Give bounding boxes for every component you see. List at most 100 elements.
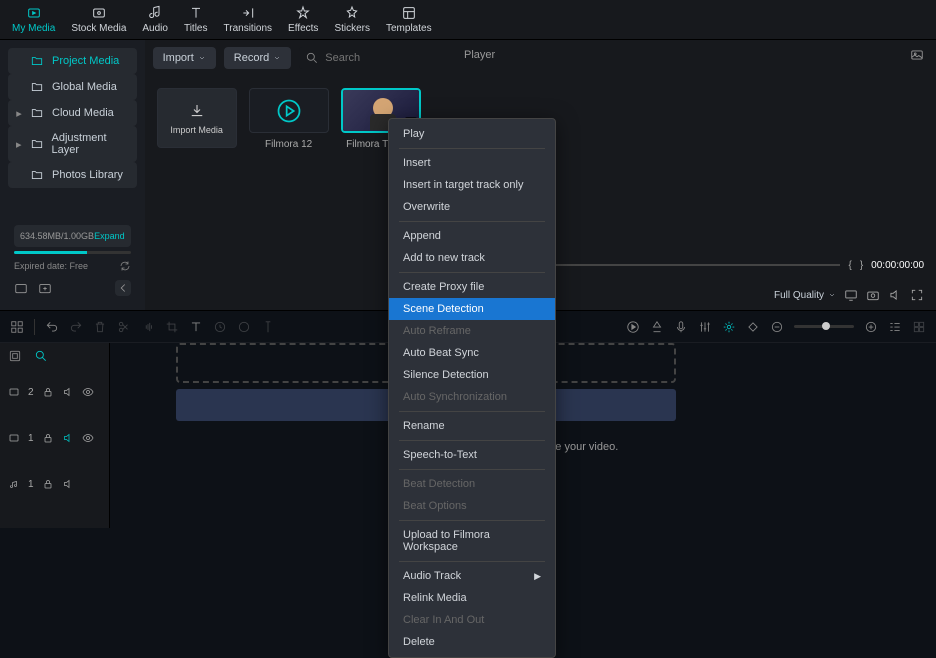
record-button[interactable]: Record: [224, 47, 291, 69]
play-icon[interactable]: [626, 320, 640, 334]
new-folder-icon[interactable]: [14, 281, 28, 295]
timeline-mode-2-icon[interactable]: [34, 349, 48, 363]
audio-icon[interactable]: [141, 320, 155, 334]
fullscreen-icon[interactable]: [910, 288, 924, 302]
track-head-1[interactable]: 1: [0, 415, 109, 461]
ctx-beat-options: Beat Options: [389, 495, 555, 517]
keyframe-icon[interactable]: [746, 320, 760, 334]
voice-icon[interactable]: [674, 320, 688, 334]
ctx-insert-in-target-track-only[interactable]: Insert in target track only: [389, 174, 555, 196]
folder-icon: [30, 137, 44, 151]
ctx-play[interactable]: Play: [389, 123, 555, 145]
search-input[interactable]: [325, 52, 467, 64]
brace-right[interactable]: }: [860, 260, 863, 271]
text-icon[interactable]: [189, 320, 203, 334]
eye-icon[interactable]: [82, 432, 94, 444]
display-icon[interactable]: [844, 288, 858, 302]
storage-text: 634.58MB/1.00GB: [20, 231, 94, 241]
search-icon: [305, 51, 319, 65]
sidebar-item-global-media[interactable]: Global Media: [8, 74, 137, 100]
track-head-2[interactable]: 1: [0, 461, 109, 507]
thumb-0[interactable]: Import Media: [157, 88, 237, 148]
sidebar-item-cloud-media[interactable]: ▸Cloud Media: [8, 100, 137, 126]
nav-stickers[interactable]: Stickers: [334, 5, 370, 34]
ctx-add-to-new-track[interactable]: Add to new track: [389, 247, 555, 269]
delete-icon[interactable]: [93, 320, 107, 334]
nav-transitions[interactable]: Transitions: [224, 5, 273, 34]
mute-icon[interactable]: [62, 386, 74, 398]
nav-stock[interactable]: Stock Media: [71, 5, 126, 34]
ctx-scene-detection[interactable]: Scene Detection: [389, 298, 555, 320]
ctx-insert[interactable]: Insert: [389, 152, 555, 174]
sidebar-item-adjustment-layer[interactable]: ▸Adjustment Layer: [8, 126, 137, 162]
timeline-mode-1-icon[interactable]: [8, 349, 22, 363]
ctx-create-proxy-file[interactable]: Create Proxy file: [389, 276, 555, 298]
brace-left[interactable]: {: [848, 260, 851, 271]
folder-icon: [30, 80, 44, 94]
sidebar-item-photos-library[interactable]: Photos Library: [8, 162, 137, 188]
ctx-beat-detection: Beat Detection: [389, 473, 555, 495]
zoom-out-icon[interactable]: [770, 320, 784, 334]
list-view-icon[interactable]: [888, 320, 902, 334]
zoom-slider[interactable]: [794, 325, 854, 328]
top-nav: My Media Stock Media Audio Titles Transition…: [0, 0, 936, 40]
refresh-icon[interactable]: [119, 260, 131, 272]
ctx-relink-media[interactable]: Relink Media: [389, 587, 555, 609]
expired-text: Expired date: Free: [14, 261, 88, 271]
nav-titles[interactable]: Titles: [184, 5, 208, 34]
ctx-speech-to-text[interactable]: Speech-to-Text: [389, 444, 555, 466]
marker-icon[interactable]: [261, 320, 275, 334]
split-icon[interactable]: [117, 320, 131, 334]
lock-icon[interactable]: [42, 478, 54, 490]
auto-icon[interactable]: [722, 320, 736, 334]
ctx-auto-reframe: Auto Reframe: [389, 320, 555, 342]
video-track-icon: [8, 386, 20, 398]
picture-icon[interactable]: [910, 48, 924, 62]
sidebar-item-project-media[interactable]: Project Media: [8, 48, 137, 74]
nav-audio[interactable]: Audio: [142, 5, 168, 34]
mute-icon[interactable]: [62, 478, 74, 490]
ctx-delete[interactable]: Delete: [389, 631, 555, 653]
speed-icon[interactable]: [213, 320, 227, 334]
grid-view-icon[interactable]: [912, 320, 926, 334]
track-head-0[interactable]: 2: [0, 369, 109, 415]
folder-icon: [30, 106, 44, 120]
volume-icon[interactable]: [888, 288, 902, 302]
crop-icon[interactable]: [165, 320, 179, 334]
ctx-append[interactable]: Append: [389, 225, 555, 247]
folder-icon: [30, 168, 44, 182]
ctx-silence-detection[interactable]: Silence Detection: [389, 364, 555, 386]
color-icon[interactable]: [237, 320, 251, 334]
thumb-1[interactable]: Filmora 12: [249, 88, 329, 150]
nav-effects[interactable]: Effects: [288, 5, 318, 34]
add-folder-icon[interactable]: [38, 281, 52, 295]
snapshot-icon[interactable]: [866, 288, 880, 302]
undo-icon[interactable]: [45, 320, 59, 334]
mark-in-icon[interactable]: [650, 320, 664, 334]
ctx-overwrite[interactable]: Overwrite: [389, 196, 555, 218]
quality-select[interactable]: Full Quality: [774, 290, 836, 301]
folder-icon: [30, 54, 44, 68]
mute-icon[interactable]: [62, 432, 74, 444]
toolbox-icon[interactable]: [10, 320, 24, 334]
expand-link[interactable]: Expand: [94, 231, 125, 241]
ctx-auto-synchronization: Auto Synchronization: [389, 386, 555, 408]
nav-templates[interactable]: Templates: [386, 5, 432, 34]
ctx-audio-track[interactable]: Audio Track▶: [389, 565, 555, 587]
nav-media[interactable]: My Media: [12, 5, 55, 34]
lock-icon[interactable]: [42, 432, 54, 444]
collapse-sidebar-button[interactable]: [115, 280, 131, 296]
import-button[interactable]: Import: [153, 47, 216, 69]
ctx-clear-in-and-out: Clear In And Out: [389, 609, 555, 631]
ctx-upload-to-filmora-workspace[interactable]: Upload to Filmora Workspace: [389, 524, 555, 558]
storage-info: 634.58MB/1.00GB Expand: [14, 225, 131, 247]
redo-icon[interactable]: [69, 320, 83, 334]
context-menu: Play InsertInsert in target track onlyOve…: [388, 118, 556, 658]
zoom-in-icon[interactable]: [864, 320, 878, 334]
eye-icon[interactable]: [82, 386, 94, 398]
timecode: 00:00:00:00: [871, 260, 924, 271]
lock-icon[interactable]: [42, 386, 54, 398]
ctx-auto-beat-sync[interactable]: Auto Beat Sync: [389, 342, 555, 364]
mixer-icon[interactable]: [698, 320, 712, 334]
ctx-rename[interactable]: Rename: [389, 415, 555, 437]
